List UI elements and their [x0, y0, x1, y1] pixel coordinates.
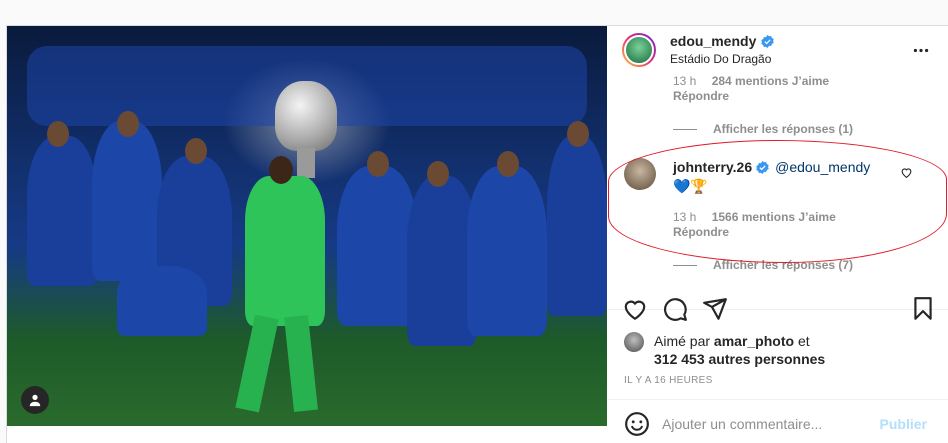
more-options-icon: [913, 48, 929, 52]
comment-meta: 13 h 1566 mentions J’aime: [673, 210, 836, 224]
comment-meta: 13 h 284 mentions J’aime: [673, 74, 830, 88]
location[interactable]: Estádio Do Dragão: [670, 52, 774, 66]
trophy: [275, 81, 337, 151]
comment-likes[interactable]: 284 mentions J’aime: [712, 74, 829, 88]
show-replies-button[interactable]: Afficher les réponses (1): [673, 122, 853, 136]
comment-emojis: 💙🏆: [673, 178, 708, 194]
post-photo[interactable]: [7, 26, 607, 426]
comment-like-icon[interactable]: [900, 166, 913, 179]
verified-icon: [761, 34, 775, 48]
likes-summary: Aimé par amar_photo et 312 453 autres pe…: [654, 333, 826, 367]
divider: [608, 309, 948, 310]
instagram-post: edou_mendy Estádio Do Dragão 13 h 284 me…: [6, 25, 948, 443]
comment-likes[interactable]: 1566 mentions J’aime: [712, 210, 836, 224]
username[interactable]: edou_mendy: [670, 33, 756, 49]
comment-username[interactable]: johnterry.26: [673, 159, 752, 175]
post-sidebar: edou_mendy Estádio Do Dragão 13 h 284 me…: [608, 26, 948, 443]
verified-icon: [756, 160, 769, 174]
mention-link[interactable]: @edou_mendy: [775, 159, 870, 175]
bookmark-icon[interactable]: [910, 296, 936, 322]
user-tag-icon: [29, 394, 41, 407]
avatar[interactable]: [622, 32, 656, 67]
comment-avatar[interactable]: [624, 158, 656, 190]
reply-button[interactable]: Répondre: [673, 225, 729, 239]
show-replies-button[interactable]: Afficher les réponses (7): [673, 258, 853, 272]
post-timestamp[interactable]: IL Y A 16 HEURES: [624, 375, 713, 386]
comment-text: johnterry.26 @edou_mendy: [673, 159, 870, 175]
share-icon[interactable]: [702, 296, 728, 322]
publish-button[interactable]: Publier: [880, 416, 927, 432]
reply-button[interactable]: Répondre: [673, 89, 729, 103]
liker-username[interactable]: amar_photo: [714, 333, 794, 349]
post-header: edou_mendy Estádio Do Dragão: [608, 26, 948, 73]
liker-avatar[interactable]: [624, 332, 644, 352]
comment-input[interactable]: [662, 410, 872, 438]
heart-icon[interactable]: [622, 296, 648, 322]
goalkeeper: [245, 176, 325, 326]
likes-count[interactable]: 312 453 autres personnes: [654, 351, 825, 367]
user-tag-button[interactable]: [21, 386, 49, 414]
comment-icon[interactable]: [662, 296, 688, 322]
more-options-button[interactable]: [911, 40, 931, 60]
emoji-icon[interactable]: [624, 411, 650, 437]
divider: [608, 399, 948, 400]
